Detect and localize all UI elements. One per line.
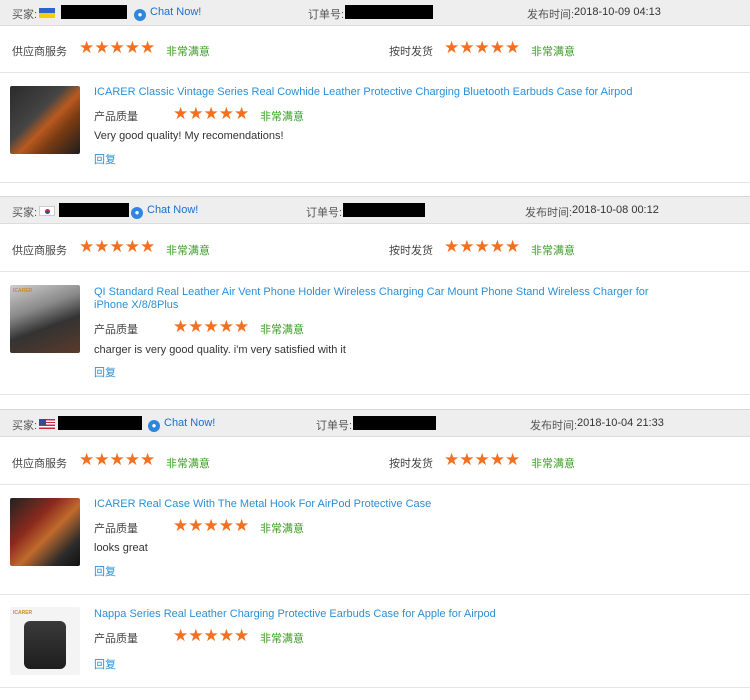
- buyer-label: 买家:: [12, 9, 38, 21]
- buyer-label: 买家:: [12, 420, 38, 432]
- supplier-service-satisfaction: 非常满意: [166, 46, 210, 58]
- product-quality-satisfaction: 非常满意: [260, 633, 304, 645]
- product-quality-label: 产品质量: [94, 633, 138, 645]
- chat-now-label: Chat Now!: [164, 417, 216, 429]
- chat-now-link[interactable]: ● Chat Now!: [134, 6, 201, 21]
- product-quality-stars: ★★★★★: [173, 317, 250, 336]
- on-time-shipping-label: 按时发货: [389, 245, 433, 257]
- seller-rating-row: 供应商服务 ★★★★★ 非常满意 按时发货 ★★★★★ 非常满意: [0, 27, 750, 73]
- product-thumbnail[interactable]: [10, 86, 80, 154]
- product-quality-satisfaction: 非常满意: [260, 523, 304, 535]
- publish-time-label: 发布时间:: [525, 207, 573, 219]
- chat-now-label: Chat Now!: [150, 6, 202, 18]
- chat-now-link[interactable]: ● Chat Now!: [148, 417, 215, 432]
- publish-time: 2018-10-09 04:13: [574, 6, 661, 18]
- buyer-label: 买家:: [12, 207, 38, 219]
- product-quality-satisfaction: 非常满意: [260, 111, 304, 123]
- supplier-service-stars: ★★★★★: [79, 450, 156, 469]
- review-comment: looks great: [94, 542, 148, 554]
- product-title-link[interactable]: ICARER Classic Vintage Series Real Cowhi…: [94, 86, 694, 99]
- chat-icon: ●: [131, 207, 143, 219]
- redacted-buyer-name: [61, 5, 127, 19]
- supplier-service-stars: ★★★★★: [79, 237, 156, 256]
- supplier-service-label: 供应商服务: [12, 245, 67, 257]
- product-quality-label: 产品质量: [94, 523, 138, 535]
- redacted-buyer-name: [58, 416, 142, 430]
- product-quality-stars: ★★★★★: [173, 516, 250, 535]
- redacted-order-number: [343, 203, 425, 217]
- ukraine-flag-icon: [39, 8, 55, 18]
- supplier-service-label: 供应商服务: [12, 46, 67, 58]
- supplier-service-satisfaction: 非常满意: [166, 458, 210, 470]
- product-quality-stars: ★★★★★: [173, 626, 250, 645]
- review-item: ICARER QI Standard Real Leather Air Vent…: [0, 272, 750, 395]
- review-item: ICARER Real Case With The Metal Hook For…: [0, 485, 750, 595]
- on-time-shipping-stars: ★★★★★: [444, 38, 521, 57]
- on-time-shipping-satisfaction: 非常满意: [531, 46, 575, 58]
- publish-time: 2018-10-08 00:12: [572, 204, 659, 216]
- product-quality-stars: ★★★★★: [173, 104, 250, 123]
- product-thumbnail[interactable]: [10, 498, 80, 566]
- seller-rating-row: 供应商服务 ★★★★★ 非常满意 按时发货 ★★★★★ 非常满意: [0, 226, 750, 272]
- reply-link[interactable]: 回复: [94, 656, 116, 672]
- product-quality-label: 产品质量: [94, 324, 138, 336]
- review-item: ICARER Classic Vintage Series Real Cowhi…: [0, 73, 750, 183]
- on-time-shipping-satisfaction: 非常满意: [531, 245, 575, 257]
- brand-logo: ICARER: [13, 610, 33, 616]
- redacted-buyer-name: [59, 203, 129, 217]
- on-time-shipping-label: 按时发货: [389, 458, 433, 470]
- supplier-service-satisfaction: 非常满意: [166, 245, 210, 257]
- review-header: 买家: ● Chat Now! 订单号: 发布时间: 2018-10-08 00:…: [0, 196, 750, 224]
- supplier-service-stars: ★★★★★: [79, 38, 156, 57]
- order-number-label: 订单号:: [316, 420, 353, 432]
- publish-time-label: 发布时间:: [530, 420, 578, 432]
- review-item: ICARER Nappa Series Real Leather Chargin…: [0, 595, 750, 688]
- product-title-link[interactable]: ICARER Real Case With The Metal Hook For…: [94, 498, 694, 511]
- on-time-shipping-stars: ★★★★★: [444, 450, 521, 469]
- supplier-service-label: 供应商服务: [12, 458, 67, 470]
- on-time-shipping-stars: ★★★★★: [444, 237, 521, 256]
- seller-rating-row: 供应商服务 ★★★★★ 非常满意 按时发货 ★★★★★ 非常满意: [0, 439, 750, 485]
- product-thumbnail[interactable]: ICARER: [10, 285, 80, 353]
- review-header: 买家: ● Chat Now! 订单号: 发布时间: 2018-10-09 04:…: [0, 0, 750, 26]
- review-comment: charger is very good quality. i'm very s…: [94, 344, 346, 356]
- on-time-shipping-label: 按时发货: [389, 46, 433, 58]
- chat-now-link[interactable]: ● Chat Now!: [131, 204, 198, 219]
- redacted-order-number: [353, 416, 436, 430]
- publish-time: 2018-10-04 21:33: [577, 417, 664, 429]
- on-time-shipping-satisfaction: 非常满意: [531, 458, 575, 470]
- reply-link[interactable]: 回复: [94, 364, 116, 380]
- south-korea-flag-icon: [39, 206, 55, 216]
- product-title-link[interactable]: QI Standard Real Leather Air Vent Phone …: [94, 286, 674, 312]
- chat-icon: ●: [148, 420, 160, 432]
- order-number-label: 订单号:: [306, 207, 343, 219]
- publish-time-label: 发布时间:: [527, 9, 575, 21]
- product-quality-label: 产品质量: [94, 111, 138, 123]
- review-header: 买家: ● Chat Now! 订单号: 发布时间: 2018-10-04 21:…: [0, 409, 750, 437]
- brand-logo: ICARER: [13, 288, 33, 294]
- review-comment: Very good quality! My recomendations!: [94, 130, 284, 142]
- order-number-label: 订单号:: [308, 9, 345, 21]
- chat-icon: ●: [134, 9, 146, 21]
- usa-flag-icon: [39, 419, 55, 429]
- product-quality-satisfaction: 非常满意: [260, 324, 304, 336]
- reply-link[interactable]: 回复: [94, 151, 116, 167]
- reply-link[interactable]: 回复: [94, 563, 116, 579]
- product-thumbnail[interactable]: ICARER: [10, 607, 80, 675]
- product-title-link[interactable]: Nappa Series Real Leather Charging Prote…: [94, 608, 694, 621]
- redacted-order-number: [345, 5, 433, 19]
- chat-now-label: Chat Now!: [147, 204, 199, 216]
